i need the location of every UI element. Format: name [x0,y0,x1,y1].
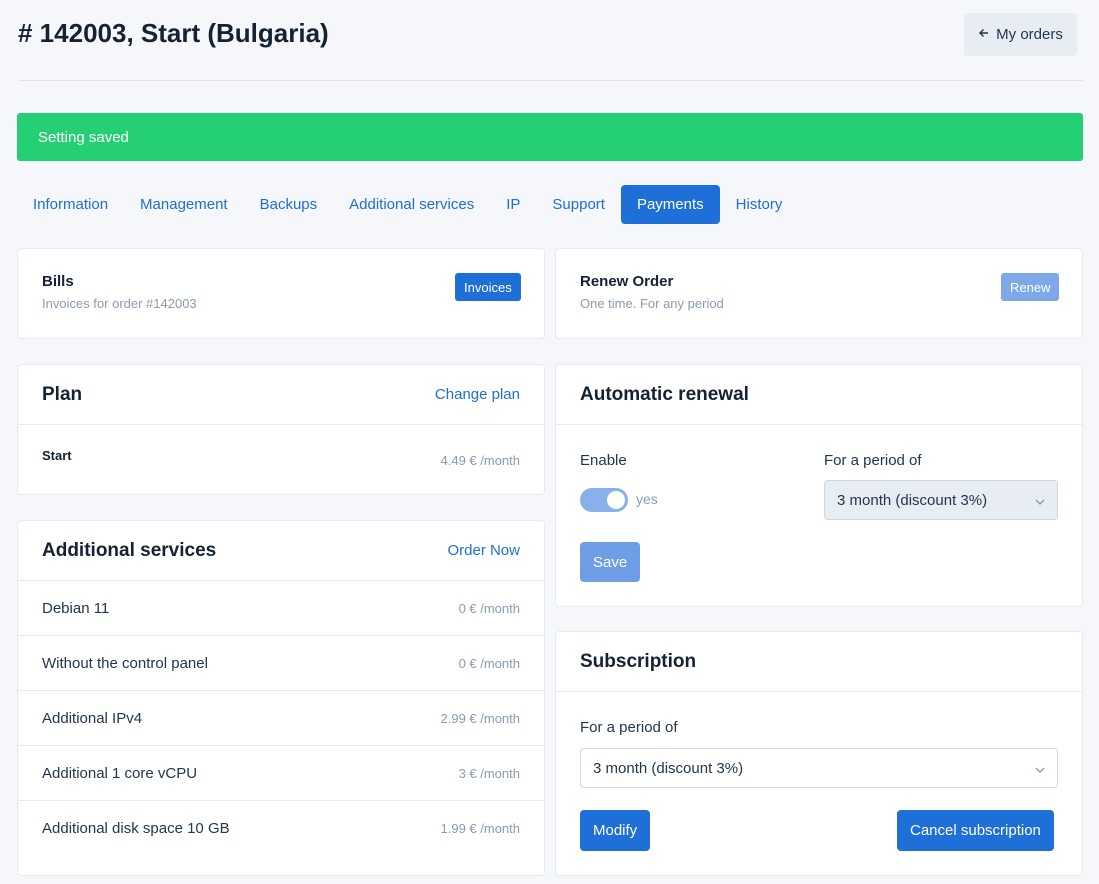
modify-button[interactable]: Modify [580,810,651,851]
additional-services-card: Additional services Order Now Debian 11 … [17,520,545,876]
list-item: Debian 11 0 € /month [18,581,544,636]
my-orders-label: My orders [996,26,1063,43]
chevron-down-icon [1035,760,1045,777]
tab-support[interactable]: Support [536,185,621,224]
toggle-text: yes [636,491,658,507]
additional-services-header: Additional services Order Now [18,521,544,581]
alert-text: Setting saved [38,128,129,146]
tab-backups[interactable]: Backups [244,185,334,224]
tab-bar: Information Management Backups Additiona… [17,185,798,224]
subscription-header: Subscription [556,632,1082,692]
service-name: Without the control panel [42,654,208,672]
arrow-left-icon [978,26,990,43]
save-button[interactable]: Save [580,542,641,582]
service-price: 0 € /month [458,600,520,616]
renewal-period-select[interactable]: 3 month (discount 3%) [824,480,1058,520]
list-item: Without the control panel 0 € /month [18,636,544,691]
bills-title: Bills [42,273,74,290]
auto-renewal-card: Automatic renewal Enable yes For a perio… [555,364,1083,607]
renew-order-title: Renew Order [580,273,674,290]
order-now-link[interactable]: Order Now [447,542,520,559]
toggle-knob [607,491,625,509]
tab-management[interactable]: Management [124,185,244,224]
subscription-card: Subscription For a period of 3 month (di… [555,631,1083,876]
subscription-title: Subscription [580,650,697,672]
list-item: Additional disk space 10 GB 1.99 € /mont… [18,801,544,856]
service-price: 2.99 € /month [440,710,521,726]
bills-card: Bills Invoices for order #142003 Invoice… [17,248,545,339]
list-item: Additional 1 core vCPU 3 € /month [18,746,544,801]
service-name: Additional 1 core vCPU [42,764,198,782]
bills-subtitle: Invoices for order #142003 [42,296,197,311]
chevron-down-icon [1035,492,1045,509]
tab-payments[interactable]: Payments [620,185,720,224]
additional-services-title: Additional services [42,539,217,561]
service-name: Additional IPv4 [42,709,143,727]
plan-header: Plan Change plan [18,365,544,425]
plan-title: Plan [42,383,83,405]
service-price: 3 € /month [458,765,520,781]
renew-order-card: Renew Order One time. For any period Ren… [555,248,1083,339]
enable-label: Enable [580,452,627,469]
service-name: Additional disk space 10 GB [42,820,230,837]
tab-ip[interactable]: IP [490,185,536,224]
page-title: # 142003, Start (Bulgaria) [18,18,329,48]
renew-button[interactable]: Renew [1001,273,1060,301]
tab-additional-services[interactable]: Additional services [333,185,490,224]
period-label: For a period of [824,452,922,469]
renew-order-subtitle: One time. For any period [580,296,724,311]
plan-price: 4.49 € /month [440,452,521,468]
tab-information[interactable]: Information [17,185,124,224]
tab-history[interactable]: History [720,185,799,224]
auto-renewal-toggle[interactable] [580,488,628,512]
change-plan-link[interactable]: Change plan [435,386,520,403]
list-item: Additional IPv4 2.99 € /month [18,691,544,746]
service-name: Debian 11 [42,599,110,617]
renewal-period-value: 3 month (discount 3%) [837,491,988,509]
service-price: 0 € /month [458,655,520,671]
plan-card: Plan Change plan Start 4.49 € /month [17,364,545,495]
plan-row: Start 4.49 € /month [18,425,544,495]
auto-renewal-header: Automatic renewal [556,365,1082,425]
invoices-button[interactable]: Invoices [455,273,521,301]
success-alert: Setting saved [17,113,1083,161]
service-price: 1.99 € /month [440,821,521,836]
subscription-period-value: 3 month (discount 3%) [593,759,744,777]
subscription-period-label: For a period of [580,719,678,736]
plan-name: Start [42,447,72,463]
auto-renewal-title: Automatic renewal [580,383,749,405]
subscription-period-select[interactable]: 3 month (discount 3%) [580,748,1058,788]
cancel-subscription-button[interactable]: Cancel subscription [897,810,1054,851]
my-orders-button[interactable]: My orders [964,13,1077,56]
header-divider [18,80,1083,81]
